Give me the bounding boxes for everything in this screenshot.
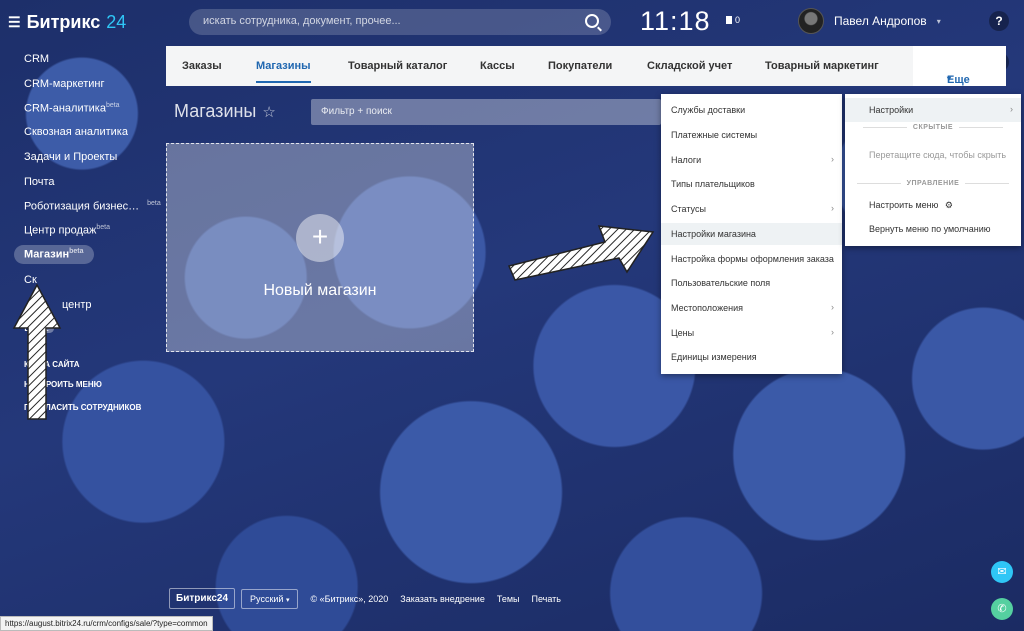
chat-icon[interactable]: ✉ (991, 561, 1013, 583)
menu-item-taxes[interactable]: Налоги (671, 155, 701, 165)
chevron-down-icon: ▾ (936, 16, 941, 26)
beta-badge: beta (69, 248, 84, 255)
sidebar-item-tasks[interactable]: Задачи и Проекты (24, 151, 117, 163)
tab-customers[interactable]: Покупатели (548, 60, 612, 72)
flag-icon (726, 16, 732, 24)
sidebar-item-label: Задачи и Проекты (24, 151, 118, 163)
settings-dropdown: Службы доставки Платежные системы Налоги… (661, 94, 842, 374)
gear-icon: ⚙ (944, 200, 953, 210)
menu-item-settings[interactable]: Настройки (869, 105, 913, 115)
question-icon[interactable]: ? (989, 11, 1009, 31)
language-select[interactable]: Русский ▾ (241, 588, 299, 609)
menu-item-custom-fields[interactable]: Пользовательские поля (671, 278, 770, 288)
menu-item-configure-menu[interactable]: Настроить меню ⚙ (869, 200, 953, 211)
sidebar-item-mail[interactable]: Почта (24, 176, 55, 188)
burger-icon[interactable]: ☰ (8, 14, 21, 31)
drag-hint: Перетащите сюда, чтобы скрыть (869, 150, 1007, 160)
sidebar-item-label: центр (62, 299, 92, 311)
phone-icon[interactable]: ✆ (991, 598, 1013, 620)
tab-product-marketing[interactable]: Товарный маркетинг (765, 60, 879, 72)
new-store-tile[interactable]: + Новый магазин (166, 143, 474, 352)
beta-badge: beta (96, 224, 111, 231)
tab-more[interactable]: Еще ▾ (913, 46, 1006, 86)
chevron-down-icon: ▾ (947, 74, 952, 83)
page-title-text: Магазины (174, 101, 257, 121)
menu-item-locations[interactable]: Местоположения (671, 303, 743, 313)
menu-item-payment-systems[interactable]: Платежные системы (671, 130, 757, 140)
beta-badge: beta (147, 200, 161, 207)
chevron-right-icon: › (831, 154, 834, 164)
more-dropdown: Настройки › СКРЫТЫЕ Перетащите сюда, что… (845, 94, 1021, 246)
sidebar-item-label: CRM-маркетинг (24, 78, 105, 90)
sidebar-item-crm-marketing[interactable]: CRM-маркетинг (24, 78, 104, 90)
plus-icon[interactable]: + (296, 214, 344, 262)
chevron-down-icon: ▾ (285, 596, 290, 604)
user-menu[interactable]: Павел Андропов ▾ (798, 8, 941, 34)
brand-logo[interactable]: ☰ Битрикс 24 (8, 12, 126, 33)
sidebar-item-store[interactable]: Магазинbeta (14, 245, 94, 264)
sidebar-item-sales-center[interactable]: Центр продажbeta (24, 224, 110, 237)
flag-count: 0 (735, 15, 741, 25)
user-name[interactable]: Павел Андропов (834, 14, 927, 28)
sidebar-item-label: Центр продаж (24, 224, 97, 237)
status-bar-url: https://august.bitrix24.ru/crm/configs/s… (0, 616, 213, 631)
search-input[interactable]: искать сотрудника, документ, прочее... (189, 9, 611, 35)
menu-item-delivery[interactable]: Службы доставки (671, 105, 745, 115)
footer: Битрикс24 Русский ▾ © «Битрикс», 2020 За… (169, 588, 561, 609)
beta-badge: beta (105, 102, 120, 109)
avatar[interactable] (798, 8, 824, 34)
chevron-right-icon: › (831, 302, 834, 312)
sidebar-item-label: Роботизация бизнес… (24, 200, 140, 213)
annotation-arrow-up (12, 283, 62, 420)
tab-orders[interactable]: Заказы (182, 60, 222, 72)
menu-item-statuses[interactable]: Статусы (671, 204, 706, 214)
menu-item-label: Настроить меню (869, 200, 939, 210)
brand-name: Битрикс (26, 12, 101, 32)
search-placeholder: искать сотрудника, документ, прочее... (203, 15, 401, 27)
sidebar-item-crm-analytics[interactable]: CRM-аналитикаbeta (24, 102, 120, 115)
tab-cash-registers[interactable]: Кассы (480, 60, 515, 72)
section-hidden: СКРЫТЫЕ (845, 124, 1021, 131)
sidebar-item-label: CRM-аналитика (24, 102, 106, 115)
sidebar-item-partial[interactable]: центр (62, 299, 92, 311)
tabs-bar: Заказы Магазины Товарный каталог Кассы П… (166, 46, 1006, 86)
tab-warehouse[interactable]: Складской учет (647, 60, 732, 72)
menu-item-reset-menu[interactable]: Вернуть меню по умолчанию (869, 224, 990, 234)
themes-link[interactable]: Темы (497, 594, 520, 604)
footer-logo[interactable]: Битрикс24 (169, 588, 236, 609)
page-title: Магазины ☆ (174, 101, 276, 122)
sidebar-item-label: Сквозная аналитика (24, 126, 128, 138)
sidebar-item-crm[interactable]: CRM (24, 53, 49, 65)
menu-item-store-settings[interactable]: Настройки магазина (671, 229, 756, 239)
filter-placeholder: Фильтр + поиск (321, 106, 392, 117)
section-manage: УПРАВЛЕНИЕ (845, 180, 1021, 187)
sidebar-item-label: Магазин (24, 248, 70, 261)
menu-item-checkout-form[interactable]: Настройка формы оформления заказа (671, 254, 834, 264)
chevron-right-icon: › (1010, 104, 1013, 114)
chevron-right-icon: › (831, 327, 834, 337)
search-icon[interactable] (585, 14, 599, 28)
print-link[interactable]: Печать (532, 594, 561, 604)
sidebar-item-label: CRM (24, 53, 50, 65)
menu-item-units[interactable]: Единицы измерения (671, 352, 757, 362)
menu-item-payer-types[interactable]: Типы плательщиков (671, 179, 755, 189)
star-icon[interactable]: ☆ (262, 103, 275, 121)
chevron-right-icon: › (831, 203, 834, 213)
copyright: © «Битрикс», 2020 (310, 593, 389, 604)
filter-search-input[interactable]: Фильтр + поиск (311, 99, 661, 125)
menu-item-prices[interactable]: Цены (671, 328, 694, 338)
flag-counter[interactable]: 0 (726, 15, 740, 25)
sidebar-item-end-to-end-analytics[interactable]: Сквозная аналитика (24, 126, 128, 138)
clock[interactable]: 11:18 (640, 6, 711, 37)
sidebar-item-robotization[interactable]: Роботизация бизнес… beta (24, 200, 161, 213)
order-implementation-link[interactable]: Заказать внедрение (400, 594, 485, 604)
sidebar-item-label: Почта (24, 176, 55, 188)
new-store-label: Новый магазин (263, 282, 377, 299)
annotation-arrow-right (507, 225, 655, 281)
brand-number: 24 (106, 12, 127, 32)
tab-product-catalog[interactable]: Товарный каталог (348, 60, 447, 72)
tab-stores[interactable]: Магазины (256, 60, 311, 83)
language-label: Русский (250, 593, 284, 604)
